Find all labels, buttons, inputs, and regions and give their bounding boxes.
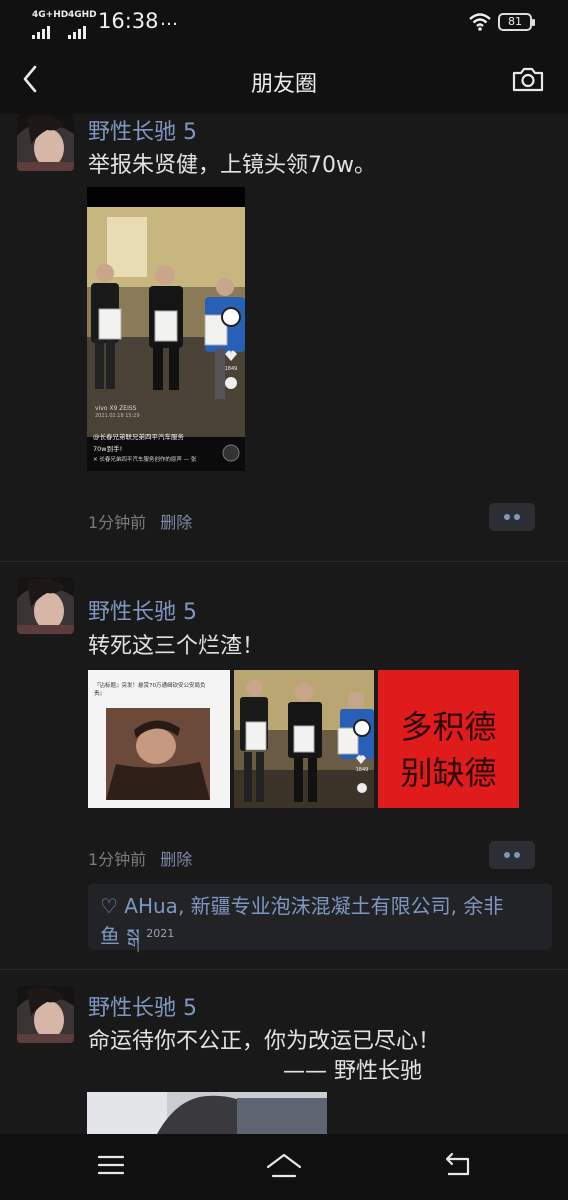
moment-post: 野性长驰 5 举报朱贤健，上镜头领70w。 vivo X9 ZEISS 2021…	[0, 114, 568, 562]
three-men-photo	[234, 670, 374, 808]
author-name[interactable]: 野性长驰 5	[88, 594, 197, 626]
video-date: 2021.02.18 15:29	[95, 413, 140, 419]
post-image-news-screenshot[interactable]: 『沾标题』突发！悬赏70万通缉钦安公安局负 责』	[88, 670, 230, 808]
delete-link[interactable]: 删除	[160, 513, 192, 532]
post-time: 1分钟前	[88, 850, 147, 869]
sim2-signal: 4GHD	[68, 10, 97, 39]
battery-indicator: 81	[498, 13, 535, 31]
likes-list-cont[interactable]: 鱼 སྒ	[100, 924, 140, 948]
post-photo	[87, 1092, 327, 1134]
divider	[0, 969, 568, 970]
post-text: 转死这三个烂渣！	[88, 634, 265, 659]
video-scene-image	[87, 207, 245, 471]
top-nav: 朋友圈	[0, 44, 568, 114]
avatar[interactable]	[17, 114, 74, 171]
delete-link[interactable]: 删除	[160, 850, 192, 869]
avatar[interactable]	[17, 577, 74, 634]
likes-box: ♡ AHua, 新疆专业泡沫混凝土有限公司, 余非 鱼 སྒ 2021	[88, 884, 552, 950]
moment-post: 野性长驰 5 命运待你不公正，你为改运已尽心！ —— 野性长驰	[0, 986, 568, 1134]
status-bar: 4G+HD 4GHD 16:38 … 81	[0, 0, 568, 44]
news-headline-line: 『沾标题』突发！悬赏70万通缉钦安公安局负	[94, 683, 206, 689]
video-watermark: vivo X9 ZEISS	[95, 405, 137, 412]
likes-list[interactable]: ♡ AHua, 新疆专业泡沫混凝土有限公司, 余非	[100, 892, 540, 920]
video-caption-text: 70w到手!	[93, 445, 123, 453]
post-image-red-poster[interactable]: 多积德 别缺德	[378, 670, 519, 808]
avatar[interactable]	[17, 986, 74, 1043]
menu-icon[interactable]	[96, 1150, 126, 1180]
wifi-icon	[469, 13, 491, 31]
clock: 16:38	[98, 9, 159, 33]
post-image[interactable]	[87, 1092, 327, 1134]
sim1-label: 4G+HD	[32, 10, 69, 20]
sim2-label: 4GHD	[68, 10, 97, 20]
news-photo	[106, 708, 210, 800]
page-title: 朋友圈	[250, 72, 317, 97]
post-meta: 1分钟前 删除	[88, 846, 192, 870]
return-icon[interactable]	[442, 1150, 472, 1180]
sim1-signal: 4G+HD	[32, 10, 69, 39]
moments-feed[interactable]: 野性长驰 5 举报朱贤健，上镜头领70w。 vivo X9 ZEISS 2021…	[0, 114, 568, 1134]
post-time: 1分钟前	[88, 513, 147, 532]
system-nav-bar	[0, 1134, 568, 1200]
poster-line-2: 别缺德	[400, 754, 497, 792]
news-headline: 『沾标题』突发！悬赏70万通缉钦安公安局负 责』	[94, 682, 226, 698]
camera-icon[interactable]	[510, 64, 546, 94]
video-music: ✕ 长春兄弟四平汽车服务创作的原声 — 张	[93, 457, 197, 463]
video-like-count: 1849	[224, 366, 238, 372]
divider	[0, 561, 568, 562]
likes-year: 2021	[146, 927, 175, 940]
post-text: 命运待你不公正，你为改运已尽心！	[88, 1029, 441, 1054]
news-headline-line: 责』	[94, 691, 106, 697]
post-video-thumbnail[interactable]: vivo X9 ZEISS 2021.02.18 15:29 1849 @长春兄…	[87, 187, 245, 471]
post-text-signature: —— 野性长驰	[283, 1059, 422, 1084]
home-icon[interactable]	[266, 1150, 302, 1180]
moment-post: 野性长驰 5 转死这三个烂渣！ 『沾标题』突发！悬赏70万通缉钦安公安局负 责』	[0, 577, 568, 970]
video-caption-author: @长春兄弟联兄弟四平汽车服务	[93, 433, 184, 441]
post-text: 举报朱贤健，上镜头领70w。	[88, 153, 376, 178]
author-name[interactable]: 野性长驰 5	[88, 990, 197, 1022]
status-overflow: …	[160, 9, 179, 30]
more-actions-button[interactable]	[489, 503, 535, 531]
more-actions-button[interactable]	[489, 841, 535, 869]
post-meta: 1分钟前 删除	[88, 509, 192, 533]
author-name[interactable]: 野性长驰 5	[88, 114, 197, 146]
video-like-count: 1849	[355, 767, 369, 773]
poster-line-1: 多积德	[400, 708, 497, 746]
post-image-video-still[interactable]: 1849	[234, 670, 374, 808]
